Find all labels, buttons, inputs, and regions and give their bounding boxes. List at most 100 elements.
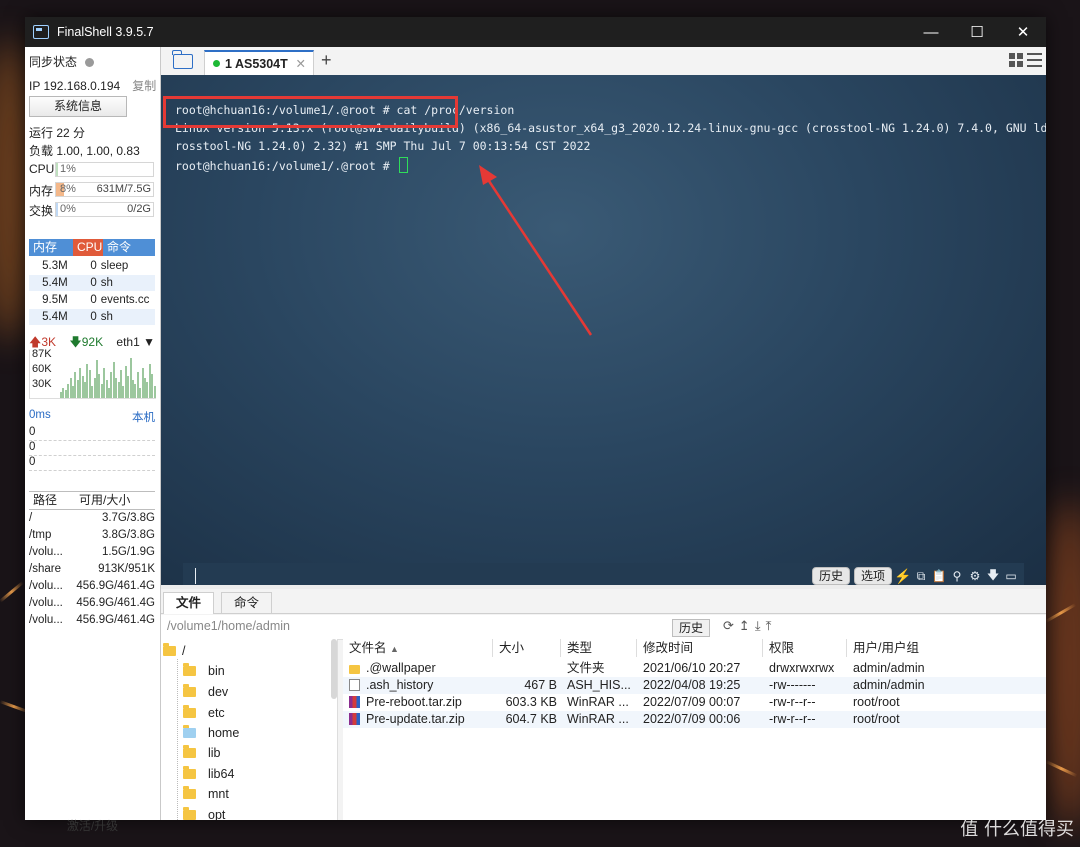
col-permissions[interactable]: 权限: [763, 639, 847, 657]
col-filename[interactable]: 文件名 ▲: [343, 639, 493, 657]
sync-status-label: 同步状态: [29, 55, 78, 69]
tree-item-lib64[interactable]: lib64: [183, 764, 234, 784]
fullscreen-icon[interactable]: ▭: [1004, 569, 1018, 583]
up-directory-icon[interactable]: ↥: [739, 618, 750, 634]
winrar-archive-icon: [349, 713, 360, 725]
download-speed: 92K: [81, 335, 104, 349]
close-tab-icon[interactable]: ✕: [296, 56, 306, 71]
disk-col-size[interactable]: 可用/大小: [73, 492, 155, 509]
search-icon[interactable]: ⚲: [950, 569, 964, 583]
folder-icon: [183, 766, 196, 779]
file-row[interactable]: .@wallpaper 文件夹 2021/06/10 20:27 drwxrwx…: [343, 660, 1046, 677]
file-owner: admin/admin: [853, 678, 925, 692]
file-type: 文件夹: [567, 661, 605, 675]
session-tab-as5304t[interactable]: 1 AS5304T ✕: [204, 50, 314, 75]
watermark: 值 什么值得买: [960, 819, 1074, 840]
file-path-input[interactable]: /volume1/home/admin: [167, 619, 290, 633]
sort-asc-icon: ▲: [390, 644, 399, 654]
process-command: sh: [100, 311, 113, 323]
process-col-command[interactable]: 命令: [103, 239, 155, 256]
file-mtime: 2022/07/09 00:07: [643, 695, 741, 709]
memory-value: 8%: [60, 183, 76, 195]
activate-upgrade-link[interactable]: 激活/升级: [25, 817, 160, 834]
tree-item-label: opt: [208, 808, 226, 820]
connected-dot-icon: [213, 60, 220, 67]
system-info-button[interactable]: 系统信息: [29, 96, 127, 117]
ping-host-select[interactable]: 本机: [132, 409, 155, 425]
process-row[interactable]: 5.3M 0 sleep: [29, 258, 155, 274]
tree-item-label: lib64: [208, 767, 235, 781]
file-type: WinRAR ...: [567, 712, 629, 726]
process-row[interactable]: 5.4M 0 sh: [29, 309, 155, 325]
process-cpu: 0: [90, 277, 97, 289]
file-mtime: 2021/06/10 20:27: [643, 661, 741, 675]
ip-address: IP 192.168.0.194: [29, 79, 121, 93]
col-size[interactable]: 大小: [493, 639, 561, 657]
file-row[interactable]: Pre-reboot.tar.zip 603.3 KB WinRAR ... 2…: [343, 694, 1046, 711]
dropdown-arrow-icon: ▼: [143, 335, 156, 349]
cpu-value: 1%: [60, 163, 76, 175]
tree-item-home[interactable]: home: [183, 723, 239, 743]
file-name: Pre-update.tar.zip: [366, 712, 465, 726]
finalshell-window: FinalShell 3.9.5.7 — ☐ ✕ 同步状态 IP 192.168…: [25, 17, 1046, 833]
disk-col-path[interactable]: 路径: [29, 492, 73, 509]
file-mtime: 2022/04/08 19:25: [643, 678, 741, 692]
tree-item-opt[interactable]: opt: [183, 805, 225, 820]
process-memory: 5.3M: [42, 260, 68, 272]
col-owner[interactable]: 用户/用户组: [847, 639, 947, 657]
folder-icon: [349, 665, 360, 674]
menu-icon[interactable]: [1027, 53, 1042, 67]
disk-path: /volu...: [29, 580, 63, 592]
swap-meter: 0% 0/2G: [55, 202, 154, 217]
close-button[interactable]: ✕: [1000, 17, 1046, 47]
options-button[interactable]: 选项: [853, 567, 892, 585]
tab-files[interactable]: 文件: [163, 592, 215, 614]
tree-item-etc[interactable]: etc: [183, 703, 225, 723]
terminal[interactable]: root@hchuan16:/volume1/.@root # cat /pro…: [161, 75, 1046, 585]
quick-command-icon[interactable]: ⚡: [894, 568, 911, 584]
network-interface-select[interactable]: eth1 ▼: [116, 335, 155, 349]
download-file-icon[interactable]: ⤓: [755, 618, 761, 634]
tree-item-lib[interactable]: lib: [183, 743, 221, 763]
file-size: 603.3 KB: [505, 695, 557, 709]
process-col-cpu[interactable]: CPU: [73, 239, 103, 256]
file-row[interactable]: .ash_history 467 B ASH_HIS... 2022/04/08…: [343, 677, 1046, 694]
command-input-bar[interactable]: 历史 选项 ⚡ ⧉ 📋 ⚲ ⚙ 🡇 ▭: [183, 563, 1024, 585]
session-tab-label: 1 AS5304T: [225, 56, 288, 71]
new-tab-button[interactable]: +: [321, 50, 332, 71]
paste-icon[interactable]: 📋: [932, 569, 947, 583]
memory-label: 内存: [29, 184, 54, 198]
process-cpu: 0: [90, 311, 97, 323]
tree-item-mnt[interactable]: mnt: [183, 784, 229, 804]
tree-item-dev[interactable]: dev: [183, 682, 228, 702]
gear-icon[interactable]: ⚙: [968, 569, 982, 583]
copy-icon[interactable]: ⧉: [914, 569, 928, 583]
upload-speed: 3K: [41, 335, 57, 349]
path-history-button[interactable]: 历史: [672, 619, 711, 637]
refresh-icon[interactable]: ⟳: [723, 618, 734, 634]
tree-item-bin[interactable]: bin: [183, 661, 225, 681]
tree-scrollbar[interactable]: [331, 639, 337, 699]
col-type[interactable]: 类型: [561, 639, 637, 657]
process-col-memory[interactable]: 内存: [29, 239, 73, 256]
open-folder-icon[interactable]: [172, 50, 193, 69]
process-row[interactable]: 5.4M 0 sh: [29, 275, 155, 291]
file-row[interactable]: Pre-update.tar.zip 604.7 KB WinRAR ... 2…: [343, 711, 1046, 728]
grid-layout-icon[interactable]: [1009, 53, 1023, 67]
col-modified[interactable]: 修改时间: [637, 639, 763, 657]
tab-commands[interactable]: 命令: [221, 592, 273, 614]
process-row[interactable]: 9.5M 0 events.cc: [29, 292, 155, 308]
network-activity-bar: [153, 386, 156, 398]
uptime: 运行 22 分: [29, 126, 86, 140]
folder-icon: [183, 807, 196, 820]
annotation-arrow: [479, 165, 593, 336]
history-button[interactable]: 历史: [811, 567, 850, 585]
maximize-button[interactable]: ☐: [954, 17, 1000, 47]
tree-root[interactable]: /: [163, 641, 185, 661]
network-interface-label: eth1: [116, 335, 140, 349]
download-icon[interactable]: 🡇: [986, 568, 1000, 583]
minimize-button[interactable]: —: [908, 17, 954, 47]
copy-ip-link[interactable]: 复制: [132, 79, 156, 93]
disk-row: / 3.7G/3.8G: [29, 510, 155, 527]
upload-file-icon[interactable]: ⤒: [766, 618, 772, 634]
